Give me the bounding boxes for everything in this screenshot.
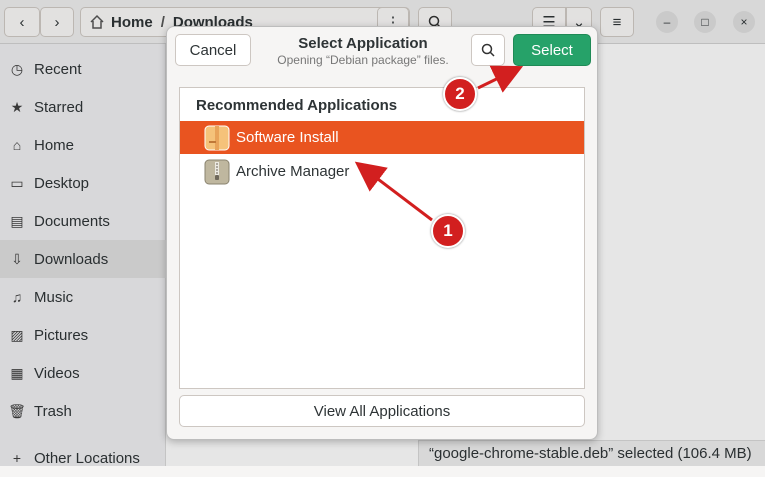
cancel-button[interactable]: Cancel xyxy=(175,34,251,66)
annotation-badge-2: 2 xyxy=(443,77,477,111)
app-row-archive-manager[interactable]: Archive Manager xyxy=(180,155,584,188)
application-list: Recommended Applications Software Instal… xyxy=(179,87,585,389)
search-icon xyxy=(481,43,495,57)
dialog-subtitle: Opening “Debian package” files. xyxy=(277,53,449,67)
select-button[interactable]: Select xyxy=(513,34,591,66)
annotation-badge-1: 1 xyxy=(431,214,465,248)
software-install-icon xyxy=(204,125,230,150)
search-button[interactable] xyxy=(471,34,505,66)
select-application-dialog: Cancel Select Application Opening “Debia… xyxy=(166,26,598,440)
app-label: Archive Manager xyxy=(236,163,350,180)
app-row-software-install[interactable]: Software Install xyxy=(180,121,584,154)
dialog-title: Select Application xyxy=(298,35,428,52)
list-heading: Recommended Applications xyxy=(196,97,398,114)
archive-manager-icon xyxy=(204,159,230,184)
app-label: Software Install xyxy=(236,129,339,146)
view-all-applications-button[interactable]: View All Applications xyxy=(179,395,585,427)
